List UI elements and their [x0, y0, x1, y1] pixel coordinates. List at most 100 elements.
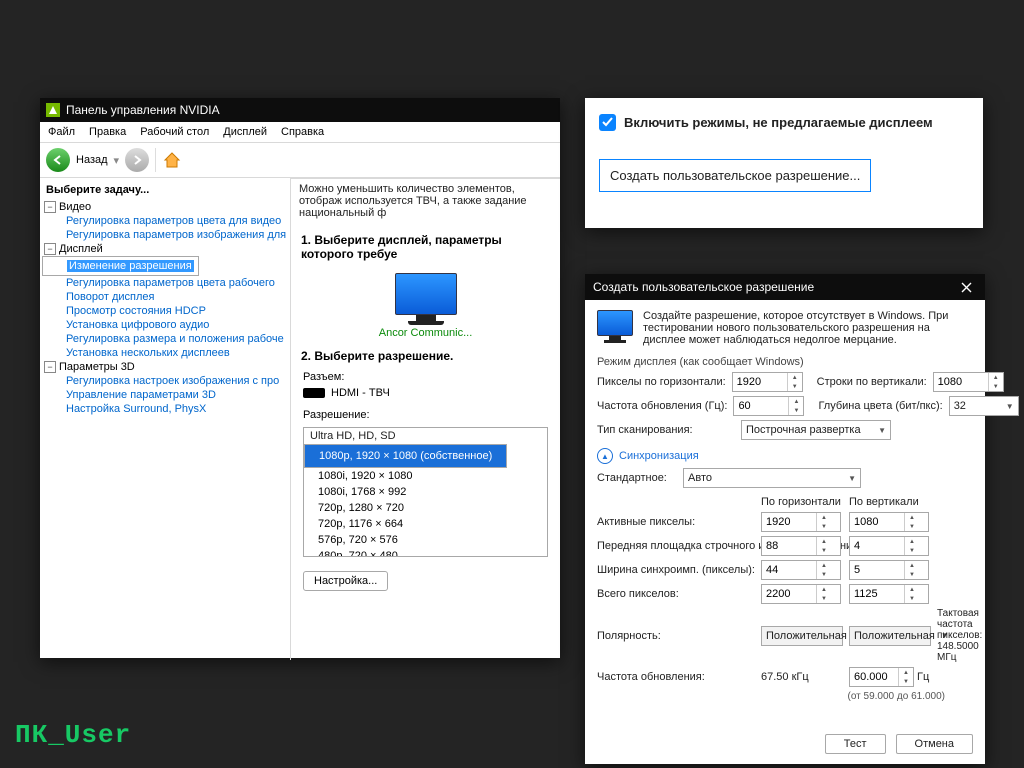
nav-divider — [155, 148, 156, 172]
resolution-label: Разрешение: — [291, 407, 560, 423]
tree-item[interactable]: Регулировка параметров изображения для — [42, 228, 288, 242]
vref-unit: Гц — [917, 671, 929, 683]
intro-text: Можно уменьшить количество элементов, от… — [291, 179, 560, 223]
tree-display[interactable]: −Дисплей — [42, 242, 288, 256]
enable-modes-label: Включить режимы, не предлагаемые дисплее… — [624, 115, 933, 130]
resolution-item[interactable]: 720p, 1176 × 664 — [304, 516, 547, 532]
depth-label: Глубина цвета (бит/пкс): — [818, 400, 942, 412]
close-button[interactable] — [955, 278, 977, 296]
nvidia-logo-icon — [46, 103, 60, 117]
monitor-icon[interactable] — [392, 273, 460, 325]
connector-row: HDMI - ТВЧ — [291, 385, 560, 401]
resolution-item[interactable]: 1080p, 1920 × 1080 (собственное) — [304, 444, 507, 468]
clock-label: Тактовая частота пикселов:148.5000 МГц — [937, 608, 982, 663]
front-h-spinner[interactable]: ▲▼ — [761, 536, 841, 556]
hfreq-value: 67.50 кГц — [761, 671, 841, 683]
dialog-info-text: Создайте разрешение, которое отсутствует… — [643, 310, 973, 346]
nav-separator: ▾ — [114, 154, 120, 167]
home-button[interactable] — [162, 150, 182, 170]
menu-bar: Файл Правка Рабочий стол Дисплей Справка — [40, 122, 560, 143]
sync-section-header[interactable]: ▲ Синхронизация — [585, 442, 985, 466]
enable-modes-checkbox[interactable] — [599, 114, 616, 131]
dialog-titlebar: Создать пользовательское разрешение — [585, 274, 985, 300]
resolution-item[interactable]: 576p, 720 × 576 — [304, 532, 547, 548]
syncw-h-spinner[interactable]: ▲▼ — [761, 560, 841, 580]
create-custom-resolution-button[interactable]: Создать пользовательское разрешение... — [599, 159, 871, 192]
tree-header: Выберите задачу... — [42, 182, 288, 200]
active-v-spinner[interactable]: ▲▼ — [849, 512, 929, 532]
tree-item[interactable]: Управление параметрами 3D — [42, 388, 288, 402]
resolution-item[interactable]: 720p, 1280 × 720 — [304, 500, 547, 516]
cancel-button[interactable]: Отмена — [896, 734, 973, 754]
tree-video[interactable]: −Видео — [42, 200, 288, 214]
monitor-icon — [597, 310, 633, 346]
enable-modes-panel: Включить режимы, не предлагаемые дисплее… — [585, 98, 983, 228]
tree-item[interactable]: Установка цифрового аудио — [42, 318, 288, 332]
menu-edit[interactable]: Правка — [89, 126, 126, 138]
tree-item[interactable]: Просмотр состояния HDCP — [42, 304, 288, 318]
window-title: Панель управления NVIDIA — [66, 103, 220, 117]
step2-label: 2. Выберите разрешение. — [291, 339, 560, 369]
scan-select[interactable]: Построчная развертка▼ — [741, 420, 891, 440]
customize-button[interactable]: Настройка... — [303, 571, 388, 591]
col-horizontal: По горизонтали — [761, 496, 841, 508]
tree-item[interactable]: Регулировка настроек изображения с про — [42, 374, 288, 388]
front-label: Передняя площадка строчного интервала га… — [597, 540, 753, 552]
vref-spinner[interactable]: ▲▼ — [849, 667, 914, 687]
tree-item[interactable]: Регулировка параметров цвета для видео — [42, 214, 288, 228]
menu-help[interactable]: Справка — [281, 126, 324, 138]
tree-item[interactable]: Настройка Surround, PhysX — [42, 402, 288, 416]
menu-file[interactable]: Файл — [48, 126, 75, 138]
tree-item[interactable]: Поворот дисплея — [42, 290, 288, 304]
resolution-item[interactable]: 1080i, 1768 × 992 — [304, 484, 547, 500]
connector-label: Разъем: — [291, 369, 560, 385]
std-label: Стандартное: — [597, 472, 677, 484]
hpix-spinner[interactable]: ▲▼ — [732, 372, 803, 392]
collapse-icon: ▲ — [597, 448, 613, 464]
menu-display[interactable]: Дисплей — [223, 126, 267, 138]
polarity-label: Полярность: — [597, 630, 753, 642]
hpix-label: Пикселы по горизонтали: — [597, 376, 726, 388]
menu-desktop[interactable]: Рабочий стол — [140, 126, 209, 138]
mode-section-label: Режим дисплея (как сообщает Windows) — [585, 354, 985, 370]
syncw-label: Ширина синхроимп. (пикселы): — [597, 564, 753, 576]
tree-3d[interactable]: −Параметры 3D — [42, 360, 288, 374]
polarity-v-select[interactable]: Положительная▼ — [849, 626, 931, 646]
nav-toolbar: Назад ▾ — [40, 143, 560, 178]
tree-item-change-resolution[interactable]: Изменение разрешения — [42, 256, 199, 276]
active-label: Активные пикселы: — [597, 516, 753, 528]
resolution-item[interactable]: 1080i, 1920 × 1080 — [304, 468, 547, 484]
refresh-label: Частота обновления (Гц): — [597, 400, 727, 412]
total-label: Всего пикселов: — [597, 588, 753, 600]
window-titlebar: Панель управления NVIDIA — [40, 98, 560, 122]
vlines-label: Строки по вертикали: — [817, 376, 927, 388]
resolution-list[interactable]: Ultra HD, HD, SD 1080p, 1920 × 1080 (соб… — [303, 427, 548, 557]
forward-button[interactable] — [125, 148, 149, 172]
test-button[interactable]: Тест — [825, 734, 886, 754]
watermark: ПК_User — [15, 720, 131, 750]
connector-value: HDMI - ТВЧ — [331, 387, 390, 399]
nvidia-control-panel-window: Панель управления NVIDIA Файл Правка Раб… — [40, 98, 560, 658]
depth-select[interactable]: 32▼ — [949, 396, 1019, 416]
total-h-spinner[interactable]: ▲▼ — [761, 584, 841, 604]
back-button[interactable] — [46, 148, 70, 172]
step1-label: 1. Выберите дисплей, параметры которого … — [291, 223, 560, 267]
vref-range: (от 59.000 до 61.000) — [585, 689, 985, 702]
tree-item[interactable]: Установка нескольких дисплеев — [42, 346, 288, 360]
front-v-spinner[interactable]: ▲▼ — [849, 536, 929, 556]
tree-item[interactable]: Регулировка размера и положения рабоче — [42, 332, 288, 346]
tree-item[interactable]: Регулировка параметров цвета рабочего — [42, 276, 288, 290]
refresh-spinner[interactable]: ▲▼ — [733, 396, 804, 416]
resolution-item[interactable]: 480p, 720 × 480 — [304, 548, 547, 557]
total-v-spinner[interactable]: ▲▼ — [849, 584, 929, 604]
content-pane: Можно уменьшить количество элементов, от… — [291, 178, 560, 660]
polarity-h-select[interactable]: Положительная▼ — [761, 626, 843, 646]
syncw-v-spinner[interactable]: ▲▼ — [849, 560, 929, 580]
resolution-group-header: Ultra HD, HD, SD — [304, 428, 547, 444]
hfreq-label: Частота обновления: — [597, 671, 753, 683]
active-h-spinner[interactable]: ▲▼ — [761, 512, 841, 532]
std-select[interactable]: Авто▼ — [683, 468, 861, 488]
vlines-spinner[interactable]: ▲▼ — [933, 372, 1004, 392]
hdmi-icon — [303, 388, 325, 398]
back-label: Назад — [76, 154, 108, 166]
